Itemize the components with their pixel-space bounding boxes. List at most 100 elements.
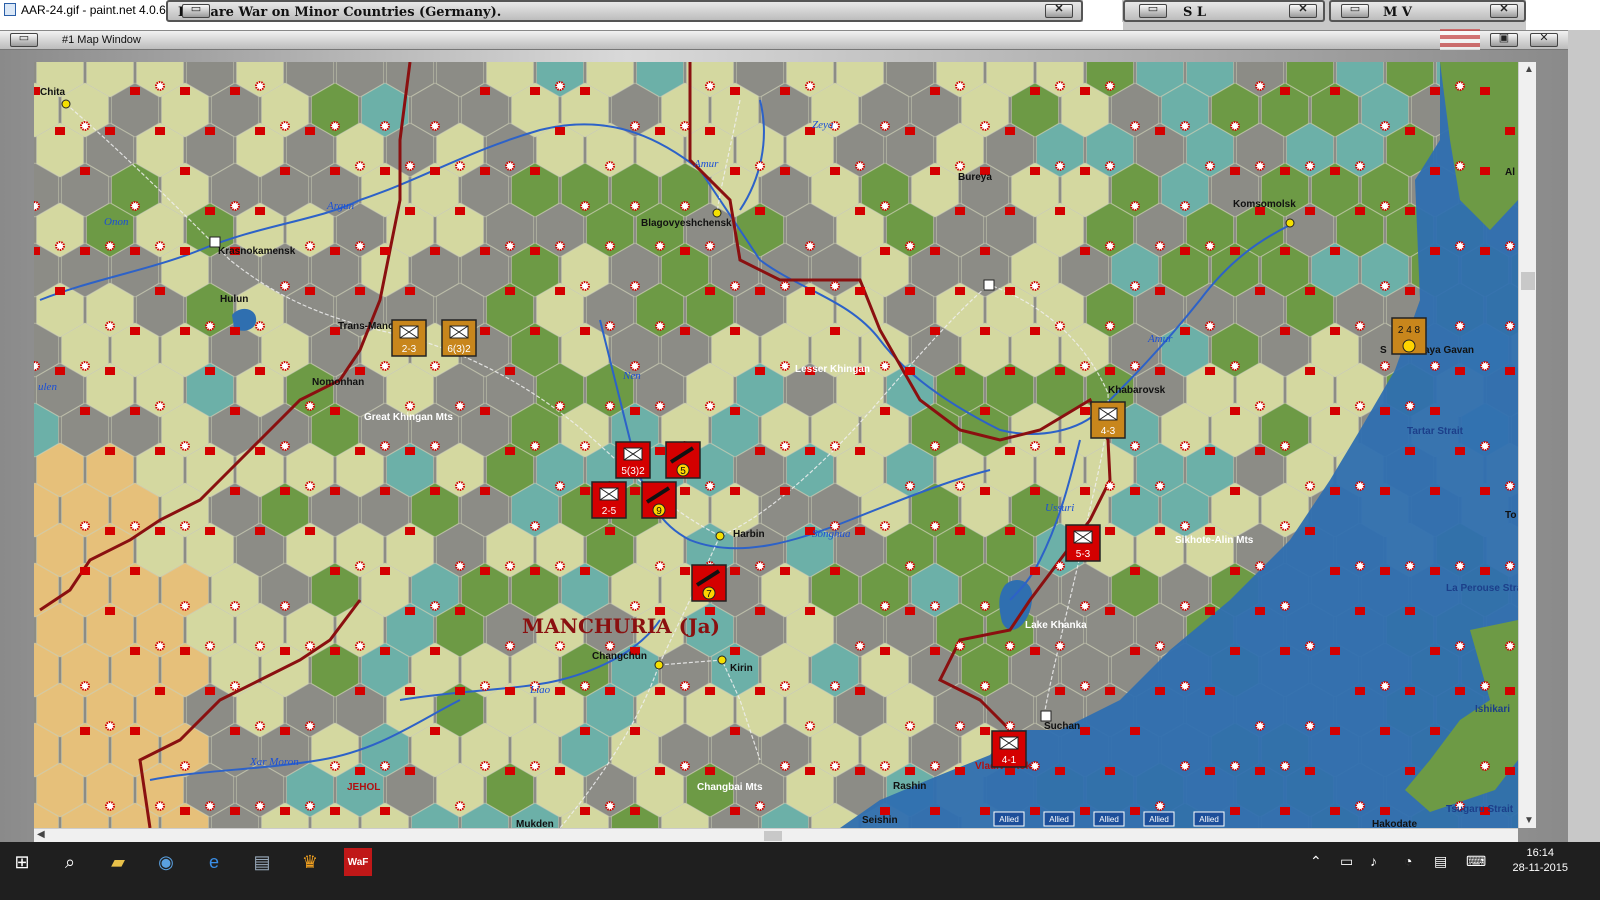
side-panel-1-close[interactable]: ✕ xyxy=(1289,2,1317,18)
control-marker xyxy=(55,287,65,295)
notification-icon[interactable]: ▤ xyxy=(1434,853,1447,870)
control-marker xyxy=(1330,647,1340,655)
allied-tag[interactable]: Allied xyxy=(993,811,1025,827)
map-window-close[interactable]: ✕ xyxy=(1530,32,1558,47)
rising-sun-marker xyxy=(1305,721,1315,731)
battery-icon[interactable]: ▭ xyxy=(1340,853,1353,870)
rising-sun-marker xyxy=(1255,721,1265,731)
unit-counter-axis-infantry[interactable]: 2-5 xyxy=(591,481,627,519)
unit-counter-axis-artillery[interactable]: 5 xyxy=(665,441,701,479)
file-explorer-icon[interactable]: ▰ xyxy=(104,848,132,876)
side-panel-2-close[interactable]: ✕ xyxy=(1490,2,1518,18)
resource-icon[interactable] xyxy=(983,279,995,291)
edge-icon[interactable]: e xyxy=(200,848,228,876)
control-marker xyxy=(305,527,315,535)
city-marker[interactable] xyxy=(1285,218,1295,228)
unit-counter-axis-infantry[interactable]: 5-3 xyxy=(1065,524,1101,562)
control-marker xyxy=(855,527,865,535)
rising-sun-marker xyxy=(1455,81,1465,91)
keyboard-icon[interactable]: ⌨ xyxy=(1466,853,1486,870)
control-marker xyxy=(80,247,90,255)
side-panel-2[interactable]: M V ▭ ✕ xyxy=(1329,0,1526,22)
rising-sun-marker xyxy=(530,441,540,451)
scroll-down-icon[interactable]: ▼ xyxy=(1524,815,1534,826)
control-marker xyxy=(34,247,40,255)
hscroll-thumb[interactable] xyxy=(764,831,782,841)
rising-sun-marker xyxy=(1105,241,1115,251)
map-viewport[interactable]: Chita Krasnokamensk Hulun Trans-Manc Nomonha… xyxy=(34,62,1518,828)
side-panel-1[interactable]: S L ▭ ✕ xyxy=(1123,0,1325,22)
unit-counter-axis-artillery[interactable]: 9 xyxy=(641,481,677,519)
search-icon[interactable]: ⌕ xyxy=(56,848,84,876)
control-marker xyxy=(205,447,215,455)
place-label: aya Gavan xyxy=(1424,345,1474,356)
hex-map[interactable]: Chita Krasnokamensk Hulun Trans-Manc Nomonha… xyxy=(34,62,1518,828)
scroll-up-icon[interactable]: ▲ xyxy=(1524,64,1534,75)
city-marker[interactable] xyxy=(654,660,664,670)
control-marker xyxy=(1005,367,1015,375)
rising-sun-marker xyxy=(1305,641,1315,651)
vscroll-thumb[interactable] xyxy=(1521,272,1535,290)
map-vertical-scrollbar[interactable]: ▲ ▼ xyxy=(1518,62,1536,828)
side-panel-2-collapse[interactable]: ▭ xyxy=(1341,2,1369,18)
city-marker[interactable] xyxy=(712,208,722,218)
unit-counter-allied-infantry[interactable]: 6(3)2 xyxy=(441,319,477,357)
control-marker xyxy=(1080,407,1090,415)
unit-counter-axis-infantry[interactable]: 4-1 xyxy=(991,730,1027,768)
control-marker xyxy=(455,607,465,615)
unit-strength-label: 5-3 xyxy=(1076,549,1091,560)
control-marker xyxy=(905,127,915,135)
control-marker xyxy=(1430,247,1440,255)
rising-sun-marker xyxy=(830,281,840,291)
city-marker[interactable] xyxy=(61,99,71,109)
close-button[interactable]: ✕ xyxy=(1045,2,1073,18)
resource-icon[interactable] xyxy=(1040,710,1052,722)
rising-sun-marker xyxy=(305,801,315,811)
rising-sun-marker xyxy=(605,241,615,251)
waf-game-icon[interactable]: WaF xyxy=(344,848,372,876)
volume-icon[interactable]: ♪ xyxy=(1370,853,1377,869)
close-icon: ✕ xyxy=(1499,2,1509,15)
wifi-icon[interactable]: ◔ xyxy=(1404,853,1412,869)
map-horizontal-scrollbar[interactable]: ◀ xyxy=(34,828,1518,842)
unit-counter-allied-infantry[interactable]: 4-3 xyxy=(1090,401,1126,439)
map-window-titlebar[interactable]: ▭ #1 Map Window ▣ ✕ xyxy=(0,29,1568,51)
control-marker xyxy=(1055,447,1065,455)
control-marker xyxy=(1330,87,1340,95)
allied-tag[interactable]: Allied xyxy=(1193,811,1225,827)
control-marker xyxy=(730,407,740,415)
game-message-titlebar[interactable]: Declare War on Minor Countries (Germany)… xyxy=(166,0,1083,22)
tray-chevron-icon[interactable]: ⌃ xyxy=(1310,853,1322,870)
control-marker xyxy=(905,367,915,375)
map-window-restore[interactable]: ▣ xyxy=(1490,32,1518,47)
allied-tag[interactable]: Allied xyxy=(1093,811,1125,827)
side-panel-1-collapse[interactable]: ▭ xyxy=(1139,2,1167,18)
unit-counter-allied-naval[interactable]: 2 4 8 xyxy=(1391,317,1427,355)
unit-counter-axis-artillery[interactable]: 7 xyxy=(691,564,727,602)
rising-sun-marker xyxy=(1355,481,1365,491)
city-marker[interactable] xyxy=(717,655,727,665)
game-launcher-icon[interactable]: ♛ xyxy=(296,848,324,876)
control-marker xyxy=(105,607,115,615)
control-marker xyxy=(1280,167,1290,175)
scroll-left-icon[interactable]: ◀ xyxy=(37,829,45,840)
rising-sun-marker xyxy=(255,721,265,731)
unit-counter-axis-infantry[interactable]: 5(3)2 xyxy=(615,441,651,479)
unit-counter-allied-infantry[interactable]: 2-3 xyxy=(391,319,427,357)
paintnet-icon[interactable]: ▤ xyxy=(248,848,276,876)
rising-sun-marker xyxy=(1230,761,1240,771)
city-marker[interactable] xyxy=(715,531,725,541)
start-windows-icon[interactable]: ⊞ xyxy=(8,848,36,876)
control-marker xyxy=(205,527,215,535)
map-window-collapse[interactable]: ▭ xyxy=(10,32,38,47)
browser-icon[interactable]: ◉ xyxy=(152,848,180,876)
taskbar-clock[interactable]: 16:14 28-11-2015 xyxy=(1513,846,1568,876)
rising-sun-marker xyxy=(1505,641,1515,651)
control-marker xyxy=(1305,527,1315,535)
allied-tag[interactable]: Allied xyxy=(1043,811,1075,827)
allied-tag[interactable]: Allied xyxy=(1143,811,1175,827)
collapse-button[interactable]: ▭ xyxy=(182,2,210,18)
control-marker xyxy=(755,607,765,615)
control-marker xyxy=(1280,247,1290,255)
place-label: Ishikari xyxy=(1475,704,1510,715)
